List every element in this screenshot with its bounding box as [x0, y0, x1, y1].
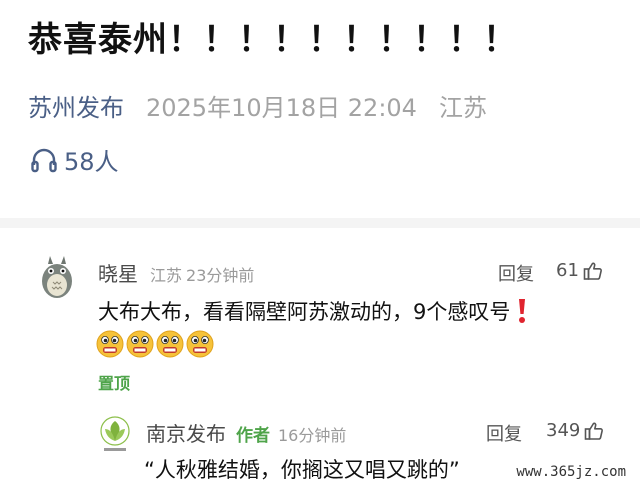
- totoro-avatar-icon: [34, 254, 80, 300]
- reply-button[interactable]: 回复: [498, 260, 534, 286]
- thumbs-up-icon: [583, 262, 602, 280]
- grimace-emoji-icon: [156, 330, 184, 358]
- comment-location: 江苏: [150, 266, 183, 285]
- watermark: www.365jz.com: [512, 462, 630, 482]
- avatar[interactable]: [34, 254, 80, 300]
- author-tag: 作者: [236, 426, 270, 446]
- reply-time: 16分钟前: [278, 426, 347, 445]
- reply-text: “人秋雅结婚，你搁这又唱又跳的”: [144, 458, 460, 482]
- reply-username[interactable]: 南京发布: [146, 418, 226, 447]
- headphones-icon: [31, 148, 57, 172]
- reply-like-button[interactable]: 349: [546, 420, 604, 441]
- comment-text: 大布大布，看看隔壁阿苏激动的，9个感叹号: [98, 300, 511, 324]
- comment-time: 23分钟前: [186, 266, 255, 285]
- comment-header: 晓星 江苏 23分钟前: [98, 258, 254, 287]
- reply-like-count: 349: [546, 420, 581, 441]
- red-exclamation-icon: [519, 299, 526, 323]
- reply-avatar[interactable]: [98, 416, 132, 454]
- article-location: 江苏: [438, 94, 487, 122]
- nanjing-logo-icon: [100, 416, 130, 451]
- grimace-emoji-icon: [96, 330, 124, 358]
- article-date: 2025年10月18日 22:04: [146, 94, 417, 122]
- thumbs-up-icon: [585, 422, 604, 440]
- grimace-emoji-icon: [186, 330, 214, 358]
- section-divider: [0, 218, 640, 228]
- grimace-emoji-icon: [126, 330, 154, 358]
- listen-button[interactable]: 58人: [30, 142, 119, 177]
- comment-emojis: [96, 330, 214, 358]
- article-author-link[interactable]: 苏州发布: [28, 88, 124, 123]
- article-title: 恭喜泰州！！！！！！！！！！: [28, 20, 518, 60]
- reply-header: 南京发布 作者 16分钟前: [146, 418, 346, 447]
- reply-reply-button[interactable]: 回复: [486, 420, 522, 446]
- article-meta: 苏州发布 2025年10月18日 22:04 江苏: [28, 88, 487, 123]
- like-count: 61: [556, 260, 579, 281]
- pinned-badge: 置顶: [98, 374, 131, 393]
- listen-count: 58人: [64, 148, 119, 176]
- comment-username[interactable]: 晓星: [98, 258, 138, 287]
- like-button[interactable]: 61: [556, 260, 603, 281]
- comment-text-row: 大布大布，看看隔壁阿苏激动的，9个感叹号: [98, 296, 528, 326]
